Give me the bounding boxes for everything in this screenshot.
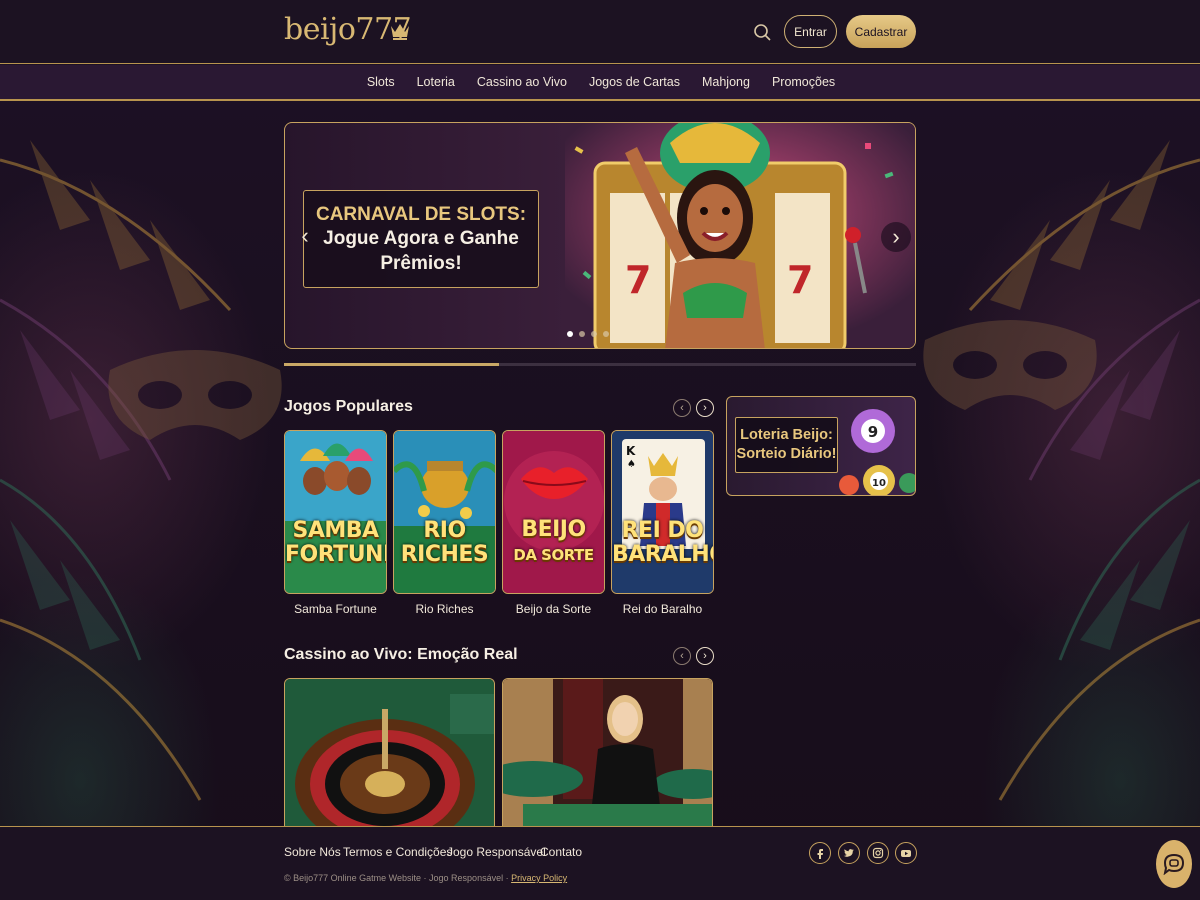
live-dealer-image xyxy=(503,679,712,826)
site-header: beijo777 Entrar Cadastrar xyxy=(0,0,1200,64)
hero-carnival-slot-illustration: 7 7 7 xyxy=(565,123,915,348)
hero-text-box: CARNAVAL DE SLOTS: Jogue Agora e Ganhe P… xyxy=(303,190,539,288)
game-label-samba-fortune[interactable]: Samba Fortune xyxy=(284,602,387,616)
nav-item-slots[interactable]: Slots xyxy=(367,75,395,89)
hero-progress-fill xyxy=(284,363,499,366)
palm-leaf-decoration-left xyxy=(0,140,232,801)
live-next-button[interactable]: › xyxy=(696,647,714,665)
twitter-button[interactable] xyxy=(838,842,860,864)
palm-leaf-decoration-right xyxy=(968,140,1200,801)
copyright-text: © Beijo777 Online Gatme Website · Jogo R… xyxy=(284,873,509,883)
hero-banner[interactable]: 7 7 7 CARNAVAL DE SLOTS: Jogue Agora e G… xyxy=(284,122,916,349)
svg-text:7: 7 xyxy=(625,258,651,302)
game-label-rio-riches[interactable]: Rio Riches xyxy=(393,602,496,616)
search-icon xyxy=(754,24,771,41)
live-card-roulette[interactable] xyxy=(284,678,495,826)
footer-link-termos[interactable]: Termos e Condições xyxy=(343,845,452,859)
chevron-right-icon: › xyxy=(892,224,900,249)
roulette-table-image xyxy=(285,679,494,826)
chevron-left-icon: ‹ xyxy=(680,650,684,662)
hero-title-line1: CARNAVAL DE SLOTS: xyxy=(315,203,527,225)
game-label-rei-do-baralho[interactable]: Rei do Baralho xyxy=(611,602,714,616)
game-card-rio-riches[interactable]: RIO RICHES xyxy=(393,430,496,594)
facebook-icon xyxy=(817,849,823,859)
live-casino-title: Cassino ao Vivo: Emoção Real xyxy=(284,646,518,663)
svg-text:♠: ♠ xyxy=(627,459,636,470)
hero-title-line2: Jogue Agora e Ganhe Prêmios! xyxy=(323,227,519,274)
beijo-da-sorte-art xyxy=(503,431,604,593)
svg-text:7: 7 xyxy=(787,258,813,302)
instagram-button[interactable] xyxy=(867,842,889,864)
lottery-ball-number: 10 xyxy=(872,478,886,489)
slide-dot[interactable] xyxy=(603,331,609,337)
nav-item-jogos-de-cartas[interactable]: Jogos de Cartas xyxy=(589,75,680,89)
lottery-ball-number: 9 xyxy=(868,423,878,441)
samba-fortune-art-title: SAMBA FORTUNE xyxy=(285,518,387,567)
chevron-left-icon: ‹ xyxy=(301,223,309,248)
instagram-icon xyxy=(872,847,884,859)
hero-slide-dots xyxy=(567,331,609,337)
hero-prev-button[interactable]: ‹ xyxy=(291,221,319,251)
search-button[interactable] xyxy=(752,22,774,44)
rei-do-baralho-art-title: REI DOBARALHO xyxy=(612,518,713,567)
beijo-da-sorte-art-title: BEIJO DA SORTE xyxy=(513,517,594,565)
footer-link-contato[interactable]: Contato xyxy=(540,845,582,859)
carnival-mask-decoration-right xyxy=(923,320,1097,410)
samba-fortune-art xyxy=(285,431,386,593)
slide-dot[interactable] xyxy=(567,331,573,337)
lottery-balls-illustration: 9 10 xyxy=(839,409,915,495)
popular-games-title: Jogos Populares xyxy=(284,398,413,415)
chevron-right-icon: › xyxy=(703,402,707,414)
chat-icon xyxy=(1163,853,1185,875)
nav-item-cassino-ao-vivo[interactable]: Cassino ao Vivo xyxy=(477,75,567,89)
rio-riches-art-title: RIO RICHES xyxy=(400,518,489,567)
live-prev-button[interactable]: ‹ xyxy=(673,647,691,665)
live-chat-button[interactable] xyxy=(1156,840,1192,888)
chevron-right-icon: › xyxy=(703,650,707,662)
privacy-policy-link[interactable]: Privacy Policy xyxy=(511,873,567,883)
live-card-dealer[interactable] xyxy=(502,678,713,826)
lottery-promo-text: Loteria Beijo: Sorteio Diário! xyxy=(735,417,838,473)
nav-item-loteria[interactable]: Loteria xyxy=(417,75,455,89)
crown-icon xyxy=(391,24,409,40)
game-card-rei-do-baralho[interactable]: K ♠ REI DOBARALHO xyxy=(611,430,714,594)
youtube-icon xyxy=(901,850,911,857)
lottery-promo-card[interactable]: 9 10 Loteria Beijo: Sorteio Diário! xyxy=(726,396,916,496)
svg-text:K: K xyxy=(626,444,636,458)
nav-item-mahjong[interactable]: Mahjong xyxy=(702,75,750,89)
footer-link-sobre-nos[interactable]: Sobre Nós xyxy=(284,845,341,859)
game-card-beijo-da-sorte[interactable]: BEIJO DA SORTE xyxy=(502,430,605,594)
chevron-left-icon: ‹ xyxy=(680,402,684,414)
youtube-button[interactable] xyxy=(895,842,917,864)
popular-prev-button[interactable]: ‹ xyxy=(673,399,691,417)
nav-item-promocoes[interactable]: Promoções xyxy=(772,75,835,89)
rei-do-baralho-art: K ♠ xyxy=(612,431,713,593)
slide-dot[interactable] xyxy=(591,331,597,337)
copyright-line: © Beijo777 Online Gatme Website · Jogo R… xyxy=(284,873,567,883)
login-button[interactable]: Entrar xyxy=(784,15,837,48)
footer-link-jogo-responsavel[interactable]: Jogo Responsável xyxy=(447,845,546,859)
carnival-mask-decoration-left xyxy=(108,350,282,440)
twitter-icon xyxy=(843,849,854,857)
slide-dot[interactable] xyxy=(579,331,585,337)
game-label-beijo-da-sorte[interactable]: Beijo da Sorte xyxy=(502,602,605,616)
game-card-samba-fortune[interactable]: SAMBA FORTUNE xyxy=(284,430,387,594)
rio-riches-art xyxy=(394,431,495,593)
hero-progress-track xyxy=(284,363,916,366)
main-nav: Slots Loteria Cassino ao Vivo Jogos de C… xyxy=(0,65,1200,101)
popular-next-button[interactable]: › xyxy=(696,399,714,417)
register-button[interactable]: Cadastrar xyxy=(846,15,916,48)
site-footer: Sobre Nós Termos e Condições Jogo Respon… xyxy=(0,826,1200,900)
facebook-button[interactable] xyxy=(809,842,831,864)
hero-next-button[interactable]: › xyxy=(881,222,911,252)
